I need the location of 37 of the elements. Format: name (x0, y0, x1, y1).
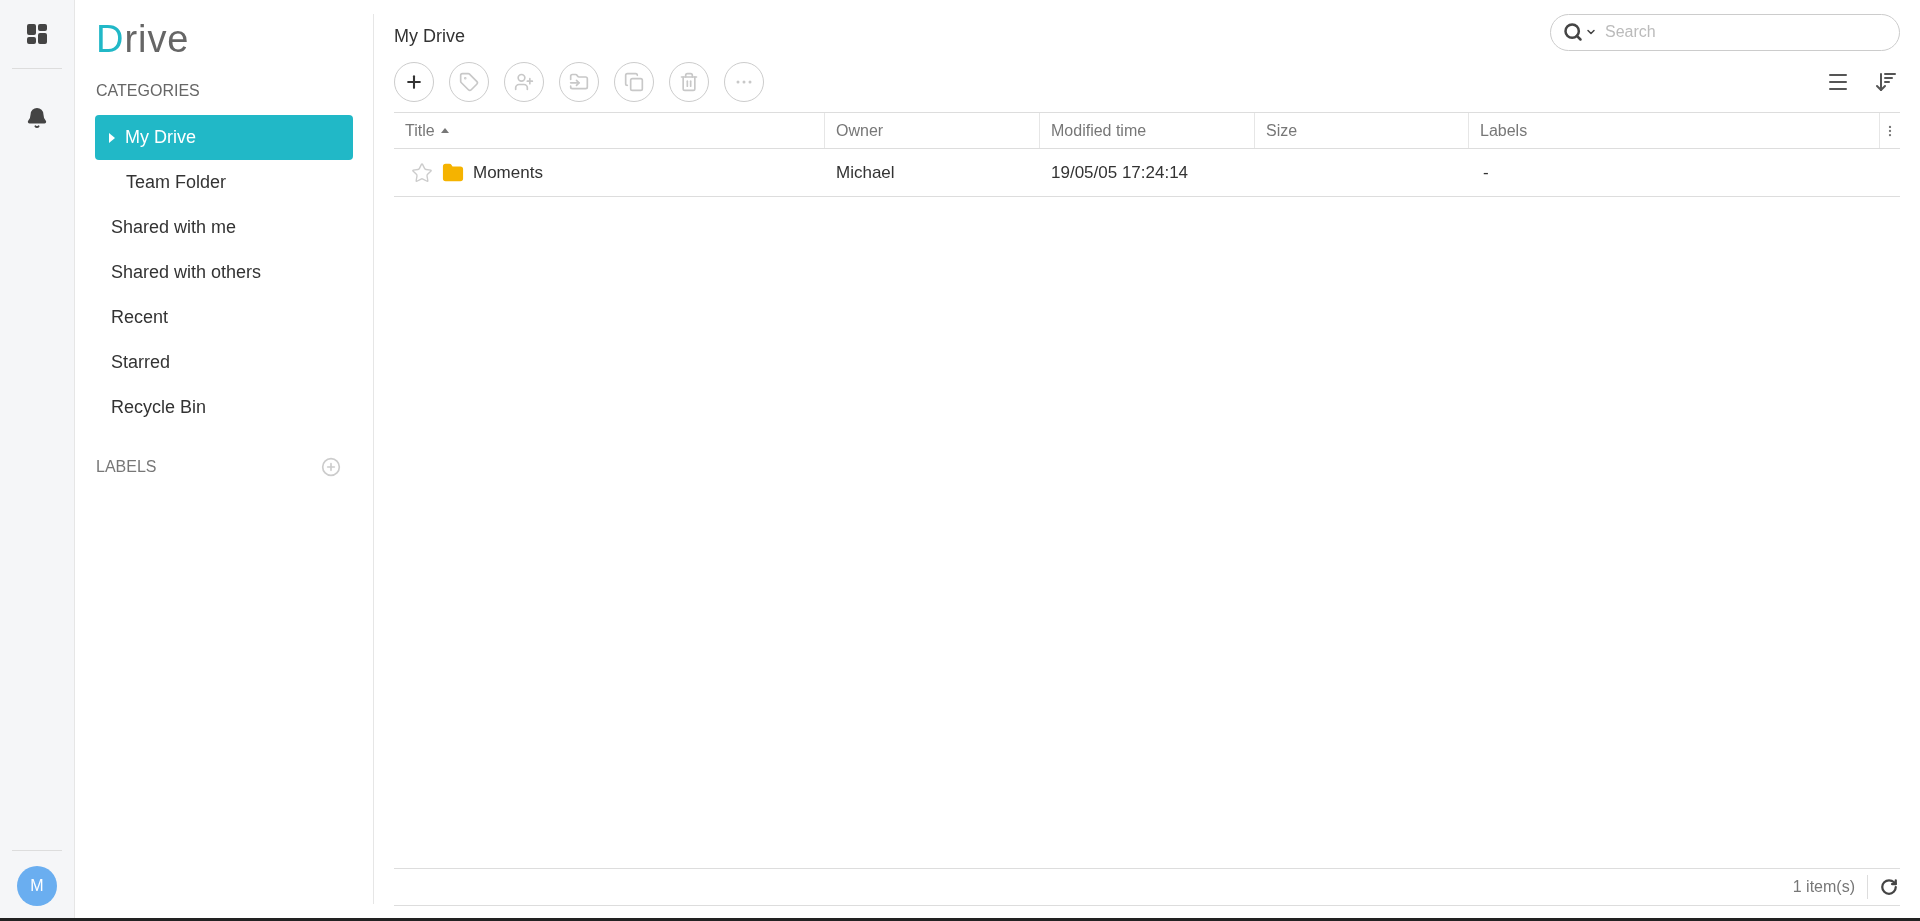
tag-icon (459, 72, 479, 92)
add-icon (404, 72, 424, 92)
file-row[interactable]: Moments Michael 19/05/05 17:24:14 - (394, 149, 1900, 197)
logo: Drive (96, 20, 190, 58)
page-title: My Drive (394, 24, 465, 48)
section-heading: CATEGORIES (96, 81, 201, 101)
item-count: 1 item(s) (1792, 877, 1856, 897)
nav-item[interactable]: Recycle Bin (95, 385, 353, 430)
labels-cell: - (1483, 162, 1489, 182)
copy-icon (624, 72, 644, 92)
column-header[interactable]: Modified time (1040, 113, 1255, 148)
notification-bell-icon[interactable] (26, 107, 48, 129)
column-header[interactable]: Size (1255, 113, 1469, 148)
star-icon[interactable] (411, 161, 433, 184)
more-icon (736, 80, 752, 84)
nav-item[interactable]: Starred (95, 340, 353, 385)
refresh-icon[interactable] (1880, 878, 1898, 896)
sort-up-icon (440, 128, 449, 133)
sort-icon[interactable] (1874, 70, 1898, 94)
file-title[interactable]: Moments (473, 159, 543, 186)
modified-time-cell: 19/05/05 17:24:14 (1051, 162, 1189, 182)
nav-item[interactable]: Team Folder (95, 160, 353, 205)
dashboard-icon[interactable] (25, 22, 49, 46)
nav-item[interactable]: Recent (95, 295, 353, 340)
folder-icon (442, 161, 464, 184)
search-input[interactable]: Search (1605, 20, 1887, 44)
owner-cell: Michael (836, 162, 895, 182)
column-header[interactable]: Title (394, 113, 825, 148)
column-header[interactable]: Owner (825, 113, 1040, 148)
share-icon (514, 72, 534, 92)
column-header[interactable]: Labels (1469, 113, 1880, 148)
move-icon (569, 72, 589, 92)
nav-item[interactable]: Shared with others (95, 250, 353, 295)
section-heading: LABELS (96, 457, 157, 477)
delete-icon (679, 72, 699, 92)
nav-item[interactable]: Shared with me (95, 205, 353, 250)
search-icon[interactable] (1563, 22, 1583, 42)
